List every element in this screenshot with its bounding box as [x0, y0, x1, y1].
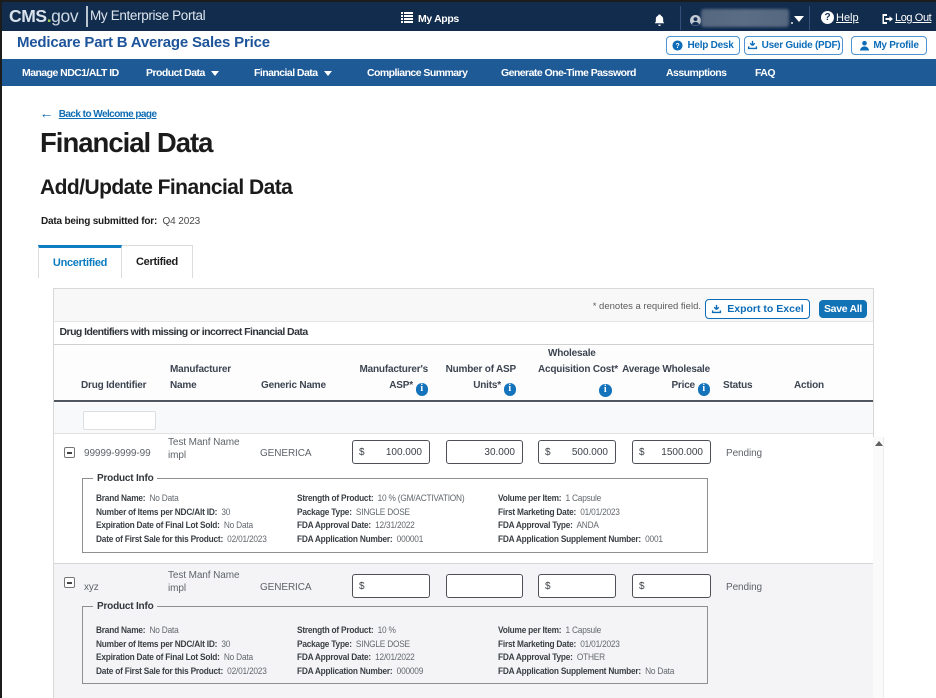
- svg-text:?: ?: [676, 43, 680, 50]
